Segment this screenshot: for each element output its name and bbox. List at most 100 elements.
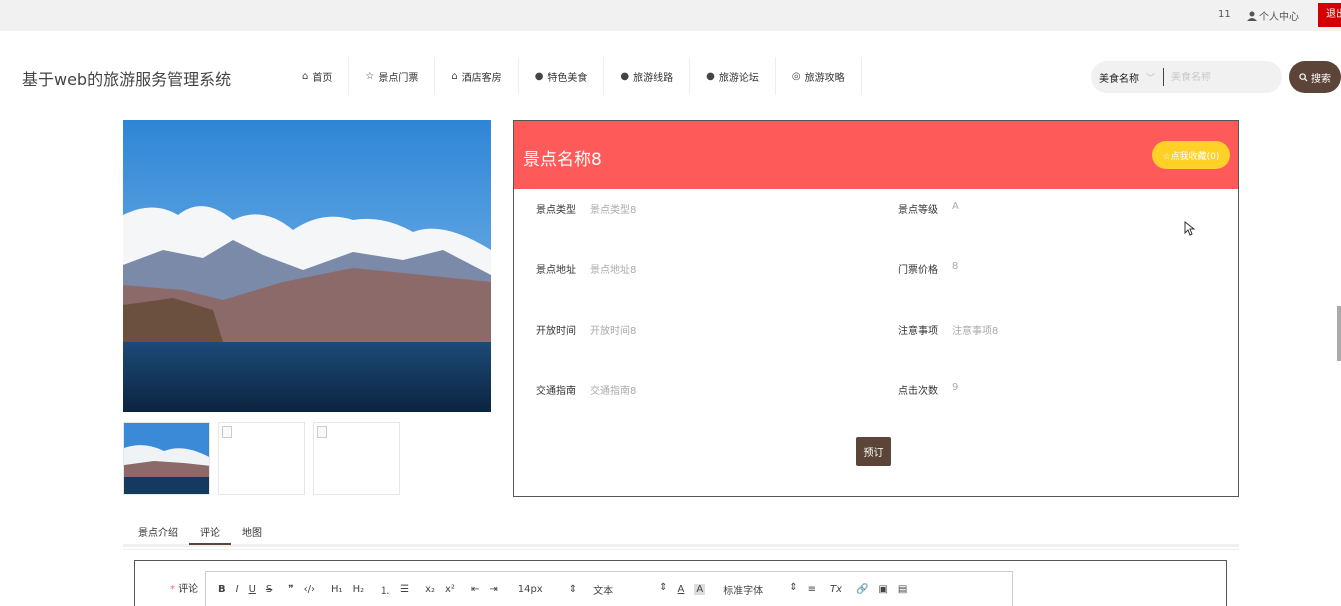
favorite-button[interactable]: ☆点我收藏(0) (1152, 141, 1230, 169)
thumbnail-2[interactable] (218, 422, 305, 495)
thumbnail-3[interactable] (313, 422, 400, 495)
field-value: 8 (952, 261, 959, 272)
logout-button[interactable]: 退出 (1318, 3, 1341, 27)
thumbnail-1[interactable] (123, 422, 210, 495)
field-level: 景点等级 A (898, 201, 959, 216)
header: 基于web的旅游服务管理系统 ⌂ 首页 ☆ 景点门票 ⌂ 酒店客房 ● 特色美食 ● 旅游… (0, 31, 1341, 121)
broken-image-icon (222, 426, 232, 438)
detail-title: 景点名称8 (523, 150, 602, 170)
format-select[interactable]: 文本 ⇕ (593, 582, 667, 597)
nav-hotels[interactable]: ⌂ 酒店客房 (435, 57, 519, 95)
nav-label: 特色美食 (547, 72, 588, 84)
nav-routes[interactable]: ● 旅游线路 (604, 57, 691, 95)
broken-image-icon (317, 426, 327, 438)
comment-label-text: 评论 (178, 584, 199, 595)
field-type: 景点类型 景点类型8 (536, 201, 636, 216)
font-size-select[interactable]: 14px ⇕ (518, 584, 577, 595)
user-center-label: 个人中心 (1259, 12, 1299, 23)
field-value: 注意事项8 (952, 326, 999, 337)
user-center-link[interactable]: 个人中心 (1247, 8, 1299, 23)
tab-intro[interactable]: 景点介绍 (127, 514, 189, 545)
nav-label: 景点门票 (378, 72, 419, 84)
text-color-icon[interactable]: A (678, 584, 685, 595)
select-arrows-icon: ⇕ (659, 581, 668, 593)
notification-count[interactable]: 11 (1218, 9, 1231, 20)
bag-icon: ⌂ (451, 70, 458, 82)
background-color-icon[interactable]: A (694, 583, 706, 595)
nav-forum[interactable]: ● 旅游论坛 (690, 57, 776, 95)
nav-guides[interactable]: ◎ 旅游攻略 (776, 57, 862, 95)
bold-button[interactable]: B (218, 584, 226, 595)
required-mark: * (170, 584, 175, 595)
nav-tickets[interactable]: ☆ 景点门票 (349, 57, 436, 95)
search-category-value: 美食名称 (1099, 73, 1139, 85)
detail-header: 景点名称8 ☆点我收藏(0) (514, 121, 1238, 189)
search-icon (1299, 72, 1308, 82)
search-button-label: 搜索 (1311, 73, 1331, 85)
book-button[interactable]: 预订 (856, 437, 891, 466)
indent-icon[interactable]: ⇥ (489, 584, 497, 595)
page-scrollbar[interactable] (1337, 306, 1341, 361)
search-button[interactable]: 搜索 (1289, 61, 1341, 93)
content-tabs: 景点介绍 评论 地图 (123, 514, 1239, 547)
link-icon[interactable]: 🔗 (856, 584, 868, 595)
nav-label: 旅游攻略 (804, 72, 845, 84)
field-key: 景点地址 (536, 265, 576, 276)
field-value: 景点类型8 (590, 205, 637, 216)
select-arrows-icon: ⇕ (789, 581, 798, 593)
h1-button[interactable]: H₁ (331, 584, 343, 595)
select-arrows-icon: ⇕ (568, 583, 578, 595)
ordered-list-icon[interactable]: ⒈ (380, 582, 390, 597)
field-traffic: 交通指南 交通指南8 (536, 382, 636, 397)
outdent-icon[interactable]: ⇤ (471, 584, 479, 595)
quote-icon[interactable]: ❞ (288, 584, 293, 595)
code-icon[interactable]: ‹/› (304, 584, 315, 595)
font-size-value: 14px (517, 583, 543, 595)
top-bar: 11 个人中心 退出 (0, 0, 1341, 31)
font-family-value: 标准字体 (723, 585, 764, 597)
underline-button[interactable]: U (249, 584, 256, 595)
bullet-list-icon[interactable]: ☰ (400, 584, 409, 595)
site-logo[interactable]: 基于web的旅游服务管理系统 (22, 66, 231, 90)
search-box: 美食名称 ﹀ (1091, 61, 1282, 93)
field-notice: 注意事项 注意事项8 (898, 322, 998, 337)
image-icon[interactable]: ▣ (878, 584, 887, 595)
field-value: A (952, 201, 959, 212)
superscript-button[interactable]: x² (445, 584, 455, 595)
video-icon[interactable]: ▤ (898, 584, 907, 595)
nav-label: 首页 (312, 72, 333, 84)
info-icon: ● (534, 70, 544, 82)
subscript-button[interactable]: x₂ (425, 584, 435, 595)
nav-label: 旅游论坛 (718, 72, 759, 84)
info-icon: ● (706, 70, 715, 82)
h2-button[interactable]: H₂ (353, 584, 365, 595)
field-open-time: 开放时间 开放时间8 (536, 322, 636, 337)
field-key: 交通指南 (536, 386, 576, 397)
user-icon (1247, 11, 1257, 21)
align-icon[interactable]: ≡ (808, 584, 816, 595)
tab-comments[interactable]: 评论 (189, 514, 231, 545)
font-family-select[interactable]: 标准字体 ⇕ (723, 582, 797, 597)
nav-label: 旅游线路 (633, 72, 674, 84)
mouse-cursor-icon (1184, 221, 1195, 236)
clear-format-icon[interactable]: Tx (830, 584, 842, 595)
search-input[interactable] (1164, 71, 1264, 83)
field-key: 开放时间 (536, 326, 576, 337)
star-icon: ☆ (365, 70, 375, 82)
field-key: 景点等级 (898, 205, 938, 216)
editor-toolbar: B I U S ❞ ‹/› H₁ H₂ ⒈ ☰ x₂ x² ⇤ ⇥ 14px ⇕ … (205, 571, 1013, 606)
field-key: 点击次数 (898, 386, 938, 397)
field-value: 开放时间8 (590, 326, 637, 337)
search-category-select[interactable]: 美食名称 ﹀ (1091, 70, 1163, 85)
italic-button[interactable]: I (236, 584, 239, 595)
home-icon: ⌂ (302, 70, 309, 82)
nav-food[interactable]: ● 特色美食 (519, 57, 605, 95)
photo-thumbnails (123, 422, 400, 495)
field-value: 9 (952, 382, 959, 393)
detail-panel: 景点名称8 ☆点我收藏(0) 景点类型 景点类型8 景点等级 A 景点地址 景点地址8… (513, 120, 1239, 497)
strike-button[interactable]: S (266, 584, 272, 595)
field-key: 景点类型 (536, 205, 576, 216)
field-value: 景点地址8 (590, 265, 637, 276)
nav-home[interactable]: ⌂ 首页 (286, 57, 350, 95)
tab-map[interactable]: 地图 (231, 514, 273, 545)
